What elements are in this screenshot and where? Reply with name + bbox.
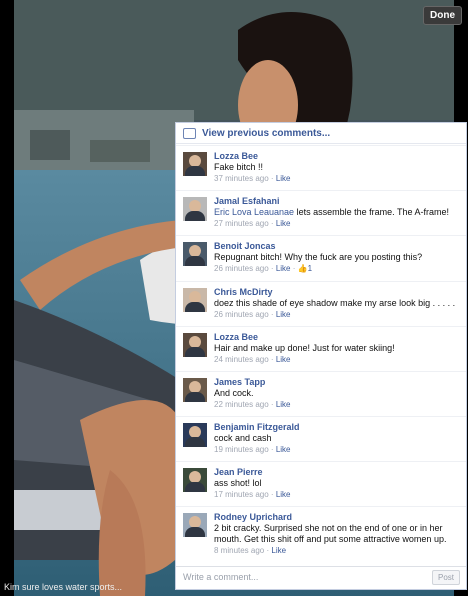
- photo-caption: Kim sure loves water sports...: [4, 582, 123, 592]
- comment-bubble-icon: [183, 127, 196, 139]
- comment-meta: 27 minutes ago · Like: [214, 219, 291, 228]
- comment-meta: 19 minutes ago · Like: [214, 445, 291, 454]
- avatar[interactable]: [183, 197, 207, 221]
- commenter-name[interactable]: Jean Pierre: [214, 466, 464, 478]
- commenter-name[interactable]: Rodney Uprichard: [214, 511, 464, 523]
- write-comment-input[interactable]: Write a comment...: [183, 572, 258, 582]
- comment-body: Hair and make up done! Just for water sk…: [214, 343, 395, 353]
- comment-text: doez this shade of eye shadow make my ar…: [214, 298, 464, 309]
- comment-item: Rodney Uprichard 2 bit cracky. Surprised …: [176, 506, 466, 568]
- avatar[interactable]: [183, 423, 207, 447]
- comment-timestamp: 17 minutes ago: [214, 490, 269, 499]
- comment-body: doez this shade of eye shadow make my ar…: [214, 298, 456, 308]
- avatar[interactable]: [183, 288, 207, 312]
- comment-item: Benoit Joncas Repugnant bitch! Why the fu…: [176, 235, 466, 279]
- comment-body: cock and cash: [214, 433, 272, 443]
- comment-meta: 26 minutes ago · Like: [214, 310, 291, 319]
- comment-body: lets assemble the frame. The A-frame!: [294, 207, 449, 217]
- comment-meta: 26 minutes ago · Like · 👍1: [214, 264, 313, 273]
- comment-meta: 37 minutes ago · Like: [214, 174, 291, 183]
- comment-meta: 22 minutes ago · Like: [214, 400, 291, 409]
- comment-text: And cock.: [214, 388, 464, 399]
- thumbs-up-icon: 👍: [297, 264, 308, 273]
- like-count[interactable]: 1: [308, 264, 312, 273]
- avatar[interactable]: [183, 378, 207, 402]
- write-comment-bar: Write a comment... Post: [176, 566, 466, 589]
- comment-timestamp: 26 minutes ago: [214, 310, 269, 319]
- comment-text: Repugnant bitch! Why the fuck are you po…: [214, 252, 464, 263]
- like-link[interactable]: Like: [276, 400, 291, 409]
- comment-meta: 8 minutes ago · Like: [214, 546, 287, 555]
- comment-text: Eric Lova Leauanae lets assemble the fra…: [214, 207, 464, 218]
- like-link[interactable]: Like: [276, 219, 291, 228]
- post-button[interactable]: Post: [431, 570, 460, 585]
- like-link[interactable]: Like: [276, 445, 291, 454]
- commenter-name[interactable]: Lozza Bee: [214, 331, 464, 343]
- commenter-name[interactable]: Benjamin Fitzgerald: [214, 421, 464, 433]
- comment-item: Jean Pierre ass shot! lol 17 minutes ago ·…: [176, 461, 466, 505]
- comment-timestamp: 26 minutes ago: [214, 264, 269, 273]
- comment-timestamp: 27 minutes ago: [214, 219, 269, 228]
- comment-text: Fake bitch !!: [214, 162, 464, 173]
- comment-item: Jamal Esfahani Eric Lova Leauanae lets as…: [176, 190, 466, 234]
- comment-item: Chris McDirty doez this shade of eye shad…: [176, 281, 466, 325]
- avatar[interactable]: [183, 333, 207, 357]
- like-link[interactable]: Like: [276, 264, 291, 273]
- comment-body: ass shot! lol: [214, 478, 262, 488]
- comment-body: And cock.: [214, 388, 254, 398]
- commenter-name[interactable]: Lozza Bee: [214, 150, 464, 162]
- like-link[interactable]: Like: [276, 310, 291, 319]
- mention-link[interactable]: Eric Lova Leauanae: [214, 207, 294, 217]
- avatar[interactable]: [183, 468, 207, 492]
- comment-text: Hair and make up done! Just for water sk…: [214, 343, 464, 354]
- comment-item: Benjamin Fitzgerald cock and cash 19 minut…: [176, 416, 466, 460]
- comment-timestamp: 24 minutes ago: [214, 355, 269, 364]
- commenter-name[interactable]: Chris McDirty: [214, 286, 464, 298]
- view-previous-label: View previous comments...: [202, 127, 331, 139]
- avatar[interactable]: [183, 513, 207, 537]
- comment-timestamp: 22 minutes ago: [214, 400, 269, 409]
- like-link[interactable]: Like: [276, 174, 291, 183]
- comment-body: 2 bit cracky. Surprised she not on the e…: [214, 523, 447, 544]
- comment-item: Lozza Bee Fake bitch !! 37 minutes ago · L…: [176, 145, 466, 189]
- commenter-name[interactable]: Jamal Esfahani: [214, 195, 464, 207]
- comment-meta: 17 minutes ago · Like: [214, 490, 291, 499]
- comment-timestamp: 19 minutes ago: [214, 445, 269, 454]
- like-link[interactable]: Like: [276, 490, 291, 499]
- commenter-name[interactable]: James Tapp: [214, 376, 464, 388]
- comment-item: Lozza Bee Hair and make up done! Just for…: [176, 326, 466, 370]
- like-link[interactable]: Like: [271, 546, 286, 555]
- avatar[interactable]: [183, 152, 207, 176]
- comment-text: 2 bit cracky. Surprised she not on the e…: [214, 523, 464, 545]
- comment-item: James Tapp And cock. 22 minutes ago · Like: [176, 371, 466, 415]
- comment-timestamp: 37 minutes ago: [214, 174, 269, 183]
- comment-text: cock and cash: [214, 433, 464, 444]
- comment-body: Repugnant bitch! Why the fuck are you po…: [214, 252, 423, 262]
- done-button[interactable]: Done: [423, 6, 462, 25]
- comment-meta: 24 minutes ago · Like: [214, 355, 291, 364]
- comment-text: ass shot! lol: [214, 478, 464, 489]
- like-link[interactable]: Like: [276, 355, 291, 364]
- commenter-name[interactable]: Benoit Joncas: [214, 240, 464, 252]
- avatar[interactable]: [183, 242, 207, 266]
- comment-body: Fake bitch !!: [214, 162, 264, 172]
- comment-timestamp: 8 minutes ago: [214, 546, 265, 555]
- comments-panel: View previous comments... Lozza Bee Fake …: [175, 122, 467, 590]
- view-previous-comments-link[interactable]: View previous comments...: [176, 123, 466, 144]
